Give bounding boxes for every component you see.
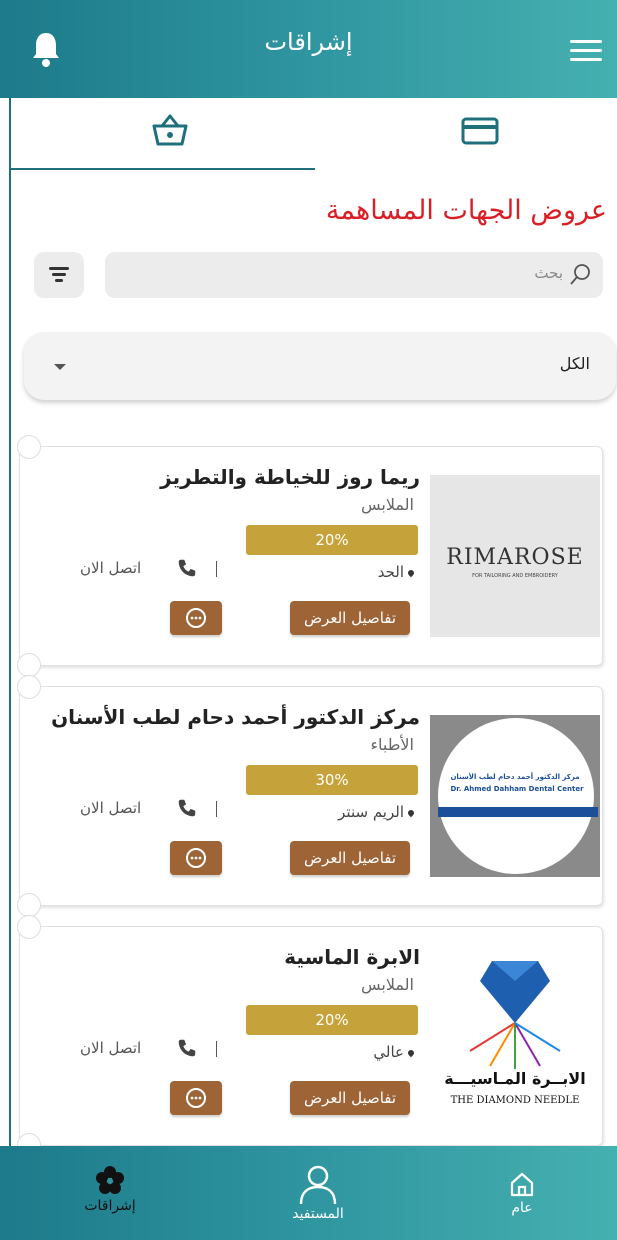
offer-category: الأطباء (370, 735, 414, 754)
discount-badge: 20% (246, 525, 418, 555)
offer-card[interactable]: الابــرة المـاسيـــة THE DIAMOND NEEDLE … (17, 915, 603, 1157)
user-icon (299, 1165, 337, 1204)
offer-category: الملابس (361, 975, 414, 994)
chat-icon (186, 848, 206, 868)
offer-location: الحد (378, 563, 416, 581)
section-title: عروض الجهات المساهمة (325, 195, 607, 226)
location-pin-icon (406, 808, 416, 817)
call-now-link[interactable]: اتصل الان (80, 799, 141, 817)
phone-icon[interactable] (176, 557, 198, 579)
chat-icon (186, 608, 206, 628)
phone-icon[interactable] (176, 797, 198, 819)
filter-button[interactable] (34, 252, 84, 298)
caret-down-icon (54, 364, 66, 370)
search-icon (570, 264, 590, 285)
location-pin-icon (406, 1048, 416, 1057)
credit-card-icon[interactable] (460, 116, 500, 146)
left-border (9, 98, 11, 1148)
discount-badge: 20% (246, 1005, 418, 1035)
category-dropdown[interactable]: الكل (24, 332, 616, 400)
offer-location: الريم سنتر (338, 803, 416, 821)
bottom-navigation: إشراقات المستفيد عام (0, 1146, 617, 1240)
location-pin-icon (406, 568, 416, 577)
offer-name: ريما روز للخياطة والتطريز (160, 465, 420, 489)
search-bar[interactable]: بحث (105, 252, 603, 298)
nav-item-ishraqat[interactable]: إشراقات (40, 1146, 180, 1240)
chat-button[interactable] (170, 1081, 222, 1115)
chat-icon (186, 1088, 206, 1108)
offer-name: مركز الدكتور أحمد دحام لطب الأسنان (51, 705, 420, 729)
search-input[interactable]: بحث (534, 264, 563, 282)
discount-badge: 30% (246, 765, 418, 795)
offer-logo: مركز الدكتور أحمد دحام لطب الأسنان Dr. A… (430, 715, 600, 877)
offer-location: عالي (373, 1043, 416, 1061)
home-icon (510, 1172, 534, 1197)
offer-logo: الابــرة المـاسيـــة THE DIAMOND NEEDLE (430, 955, 600, 1117)
nav-item-beneficiary[interactable]: المستفيد (248, 1146, 388, 1240)
tab-bar (10, 98, 617, 170)
dropdown-value: الكل (559, 354, 590, 373)
flower-icon (96, 1166, 124, 1194)
chat-button[interactable] (170, 841, 222, 875)
offer-card[interactable]: مركز الدكتور أحمد دحام لطب الأسنان Dr. A… (17, 675, 603, 917)
call-now-link[interactable]: اتصل الان (80, 1039, 141, 1057)
basket-icon[interactable] (150, 112, 190, 148)
offer-category: الملابس (361, 495, 414, 514)
page-title: إشراقات (264, 28, 353, 56)
call-now-link[interactable]: اتصل الان (80, 559, 141, 577)
nav-item-general[interactable]: عام (452, 1146, 592, 1240)
offer-name: الابرة الماسية (284, 945, 420, 969)
offer-details-button[interactable]: تفاصيل العرض (290, 1081, 410, 1115)
diamond-logo-icon (469, 961, 561, 1069)
app-header: إشراقات (0, 0, 617, 98)
offer-details-button[interactable]: تفاصيل العرض (290, 601, 410, 635)
offer-card[interactable]: RIMAROSE FOR TAILORING AND EMBROIDERY ري… (17, 435, 603, 677)
phone-icon[interactable] (176, 1037, 198, 1059)
active-tab-indicator (10, 168, 315, 170)
offer-logo: RIMAROSE FOR TAILORING AND EMBROIDERY (430, 475, 600, 637)
chat-button[interactable] (170, 601, 222, 635)
offer-details-button[interactable]: تفاصيل العرض (290, 841, 410, 875)
menu-icon[interactable] (570, 40, 602, 62)
